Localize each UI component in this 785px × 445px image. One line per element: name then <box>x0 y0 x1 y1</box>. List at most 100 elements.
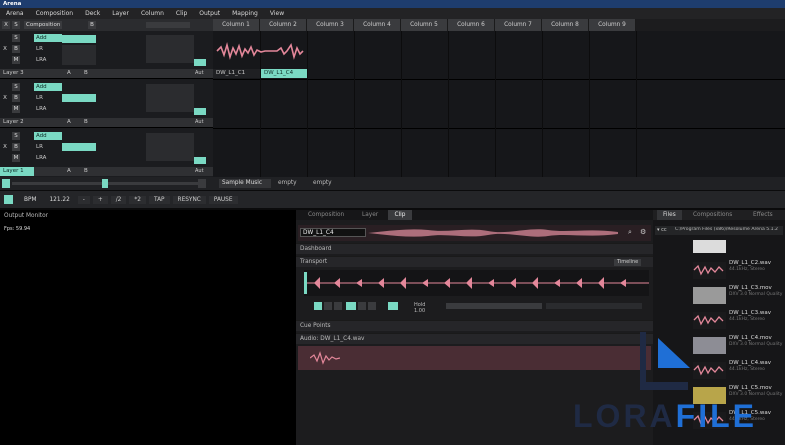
layer-x-button[interactable]: X <box>2 143 8 151</box>
layer-bypass-button[interactable]: B <box>12 94 20 102</box>
clip-label[interactable]: DW_L1_C1 <box>213 69 260 78</box>
menu-item-view[interactable]: View <box>264 10 290 17</box>
layer-mini-controls[interactable] <box>146 84 194 112</box>
layer-opacity-slider[interactable] <box>62 35 96 43</box>
resync-button[interactable]: RESYNC <box>172 195 206 204</box>
column-header-8[interactable]: Column 8 <box>542 19 589 31</box>
layer-mute-button[interactable]: M <box>12 154 20 162</box>
crossfader-b[interactable] <box>198 179 206 188</box>
column-header-7[interactable]: Column 7 <box>495 19 542 31</box>
clip-label-active[interactable]: DW_L1_C4 <box>261 69 307 78</box>
column-header-6[interactable]: Column 6 <box>448 19 495 31</box>
layer-blend-select[interactable]: Add <box>34 132 62 140</box>
menu-item-layer[interactable]: Layer <box>106 10 135 17</box>
cue-points-section[interactable]: Cue Points <box>296 320 653 331</box>
menu-item-mapping[interactable]: Mapping <box>226 10 264 17</box>
bpm-half-button[interactable]: /2 <box>110 195 127 204</box>
column-header-5[interactable]: Column 5 <box>401 19 448 31</box>
menu-item-column[interactable]: Column <box>135 10 170 17</box>
audio-section[interactable]: Audio: DW_L1_C4.wav <box>296 333 653 344</box>
layer-crossfader-b[interactable]: B <box>84 168 88 174</box>
file-item[interactable]: DW_L1_C3.mov DXV 3.0 Normal Quality <box>693 283 785 307</box>
column-header-2[interactable]: Column 2 <box>260 19 307 31</box>
play-button[interactable] <box>314 302 322 310</box>
metronome-icon[interactable] <box>4 195 13 204</box>
layer-mute-button[interactable]: M <box>12 105 20 113</box>
file-item[interactable]: DW_L1_C4.mov DXV 3.0 Normal Quality <box>693 333 785 357</box>
column-header-9[interactable]: Column 9 <box>589 19 636 31</box>
column-header-1[interactable]: Column 1 <box>213 19 260 31</box>
layer-mute-button[interactable]: M <box>12 56 20 64</box>
layer-name[interactable]: Layer 1 <box>0 167 34 176</box>
transport-waveform[interactable] <box>304 270 649 296</box>
menu-item-arena[interactable]: Arena <box>0 10 30 17</box>
layer-x-button[interactable]: X <box>2 45 8 53</box>
file-item[interactable]: DW_L1_C3.wav 44.1kHz, Stereo <box>693 308 785 332</box>
skip-forward-button[interactable] <box>368 302 376 310</box>
crossfader-a[interactable] <box>2 179 10 188</box>
layer-bypass-button[interactable]: B <box>12 143 20 151</box>
menu-item-output[interactable]: Output <box>193 10 226 17</box>
layer-param-slots[interactable] <box>62 45 96 65</box>
file-item[interactable]: DW_L1_C4.wav 44.1kHz, Stereo <box>693 358 785 382</box>
audio-clip-block[interactable] <box>298 346 651 370</box>
comp-transport-controls[interactable] <box>146 22 190 28</box>
layer-x-button[interactable]: X <box>2 94 8 102</box>
bpm-double-button[interactable]: *2 <box>129 195 146 204</box>
clip-waveform[interactable] <box>215 37 307 65</box>
layer-blend-select[interactable]: Add <box>34 83 62 91</box>
layer-autopilot-button[interactable]: Aut <box>195 119 204 125</box>
deck-tab-empty-1[interactable]: empty <box>275 179 305 188</box>
reverse-button[interactable] <box>334 302 342 310</box>
layer-solo-button[interactable]: S <box>12 132 20 140</box>
layer-solo-button[interactable]: S <box>12 34 20 42</box>
deck-tab-empty-2[interactable]: empty <box>310 179 340 188</box>
tab-layer[interactable]: Layer <box>362 212 378 218</box>
tab-compositions[interactable]: Compositions <box>693 212 732 218</box>
tab-files[interactable]: Files <box>657 210 682 220</box>
layer-blend-select[interactable]: Add <box>34 34 62 42</box>
drive-select[interactable]: ▾ cc <box>657 227 667 233</box>
pause-clip-button[interactable] <box>324 302 332 310</box>
menu-item-clip[interactable]: Clip <box>170 10 193 17</box>
bpm-plus-button[interactable]: + <box>92 195 108 204</box>
layer-bypass-button[interactable]: B <box>12 45 20 53</box>
deck-tab-sample-music[interactable]: Sample Music <box>219 179 271 188</box>
layer-crossfader-a[interactable]: A <box>67 70 71 76</box>
timeline-select[interactable]: Timeline <box>614 259 642 266</box>
layer-crossfader-b[interactable]: B <box>84 70 88 76</box>
speed-slider-track[interactable] <box>546 303 642 309</box>
layer-autopilot-button[interactable]: Aut <box>195 70 204 76</box>
layer-opacity-slider[interactable] <box>62 143 96 151</box>
layer-opacity-slider[interactable] <box>62 94 96 102</box>
tab-clip[interactable]: Clip <box>388 210 412 220</box>
gear-icon[interactable]: ⚙ <box>640 228 646 236</box>
layer-crossfader-b[interactable]: B <box>84 119 88 125</box>
clip-name-field[interactable]: DW_L1_C4 <box>300 228 366 237</box>
layer-mini-controls[interactable] <box>146 35 194 63</box>
layer-crossfader-a[interactable]: A <box>67 119 71 125</box>
layer-crossfader-a[interactable]: A <box>67 168 71 174</box>
column-header-3[interactable]: Column 3 <box>307 19 354 31</box>
path-field[interactable]: C:/Program Files (x86)/Resolume Arena 5.… <box>675 227 781 232</box>
loop-button[interactable] <box>346 302 356 310</box>
layer-autopilot-button[interactable]: Aut <box>195 168 204 174</box>
dashboard-section[interactable]: Dashboard <box>296 243 653 254</box>
layer-volume-slider[interactable] <box>194 157 206 164</box>
layer-mini-controls[interactable] <box>146 133 194 161</box>
bpm-value[interactable]: 121.22 <box>44 196 74 204</box>
bpm-sync-button[interactable] <box>388 302 398 310</box>
tap-button[interactable]: TAP <box>148 195 170 204</box>
speed-readout[interactable]: Hold 1.00 <box>414 302 434 314</box>
layer-volume-slider[interactable] <box>194 59 206 66</box>
layer-volume-slider[interactable] <box>194 108 206 115</box>
layer-name[interactable]: Layer 3 <box>3 70 24 76</box>
file-item[interactable] <box>693 236 785 260</box>
tab-composition[interactable]: Composition <box>308 212 344 218</box>
layer-name[interactable]: Layer 2 <box>3 119 24 125</box>
pause-button[interactable]: PAUSE <box>208 195 238 204</box>
menu-item-composition[interactable]: Composition <box>30 10 79 17</box>
speed-slider[interactable] <box>446 303 542 309</box>
bpm-minus-button[interactable]: - <box>77 195 90 204</box>
composition-label[interactable]: Composition <box>24 21 62 29</box>
